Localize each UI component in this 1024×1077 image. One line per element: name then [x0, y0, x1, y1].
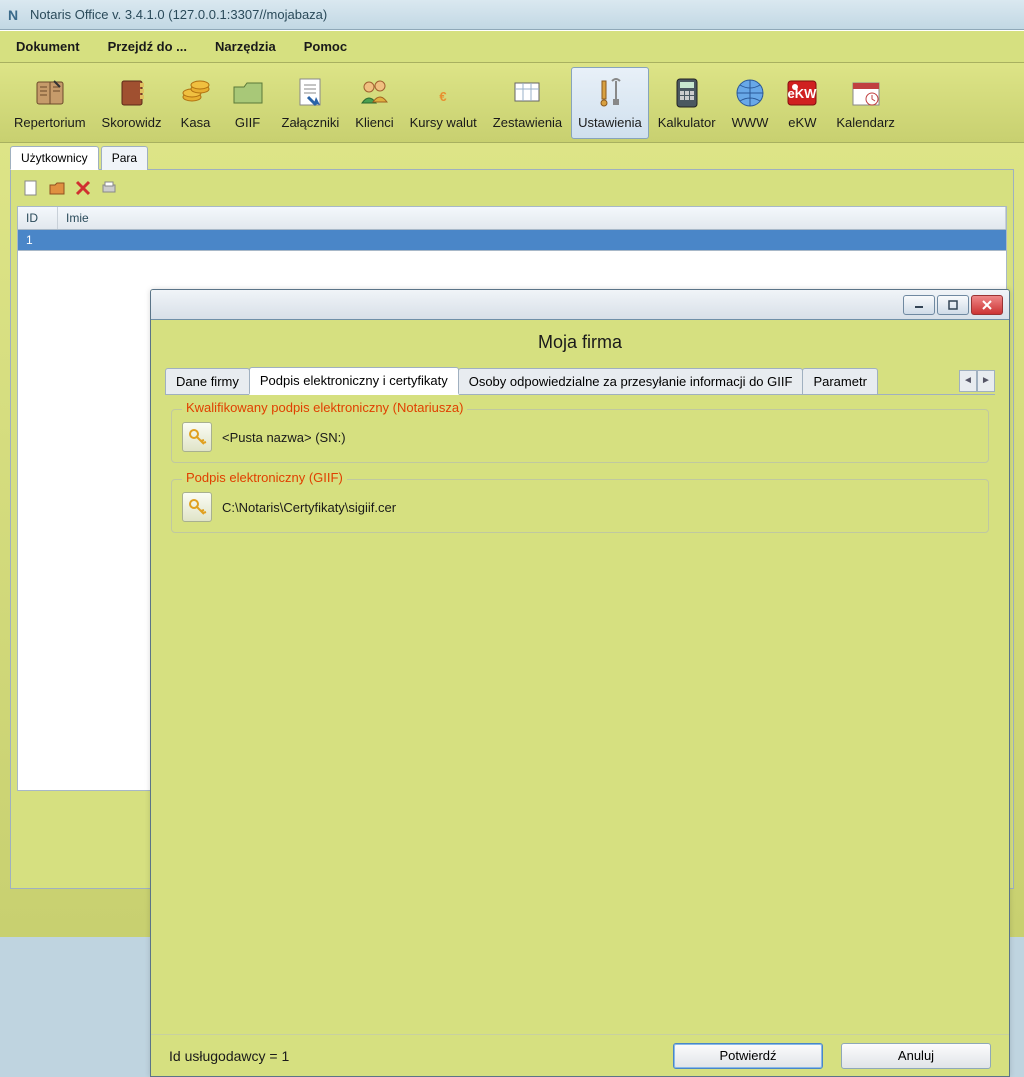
tab-parametry[interactable]: Para — [101, 146, 148, 170]
globe-icon — [732, 75, 768, 111]
footer-label: Id usługodawcy = 1 — [169, 1048, 289, 1064]
maximize-button[interactable] — [937, 295, 969, 315]
tab-podpis[interactable]: Podpis elektroniczny i certyfikaty — [249, 367, 459, 395]
calculator-icon — [669, 75, 705, 111]
tool-zalaczniki-label: Załączniki — [282, 115, 340, 130]
dialog-footer: Id usługodawcy = 1 Potwierdź Anuluj — [151, 1034, 1009, 1076]
tool-www-label: WWW — [732, 115, 769, 130]
tool-kalkulator-label: Kalkulator — [658, 115, 716, 130]
tool-kursy[interactable]: € Kursy walut — [403, 67, 484, 139]
app-title: Notaris Office v. 3.4.1.0 (127.0.0.1:330… — [30, 7, 327, 22]
tool-skorowidz[interactable]: Skorowidz — [95, 67, 169, 139]
tool-klienci[interactable]: Klienci — [348, 67, 400, 139]
tool-kursy-label: Kursy walut — [410, 115, 477, 130]
folder-icon — [230, 75, 266, 111]
tab-osoby[interactable]: Osoby odpowiedzialne za przesyłanie info… — [458, 368, 804, 394]
tool-kalendarz[interactable]: Kalendarz — [829, 67, 902, 139]
index-icon — [114, 75, 150, 111]
menu-bar: Dokument Przejdź do ... Narzędzia Pomoc — [0, 30, 1024, 63]
tab-uzytkownicy[interactable]: Użytkownicy — [10, 146, 99, 170]
tool-zalaczniki[interactable]: Załączniki — [275, 67, 347, 139]
tool-kalkulator[interactable]: Kalkulator — [651, 67, 723, 139]
dialog-title: Moja firma — [165, 332, 995, 353]
cell-imie — [58, 230, 1006, 250]
coins-icon — [178, 75, 214, 111]
tool-zestawienia[interactable]: Zestawienia — [486, 67, 569, 139]
group-podpis-giif: Podpis elektroniczny (GIIF) C:\Notaris\C… — [171, 479, 989, 533]
tool-zestawienia-label: Zestawienia — [493, 115, 562, 130]
group1-legend: Kwalifikowany podpis elektroniczny (Nota… — [182, 400, 467, 415]
dialog-body: Moja firma Dane firmy Podpis elektronicz… — [151, 320, 1009, 1034]
dialog-tabs: Dane firmy Podpis elektroniczny i certyf… — [165, 367, 995, 395]
toolbar: Repertorium Skorowidz Kasa GIIF Załączni… — [0, 63, 1024, 143]
open-folder-icon[interactable] — [47, 178, 67, 198]
tool-ekw-label: eKW — [788, 115, 816, 130]
cell-id: 1 — [18, 230, 58, 250]
tool-ustawienia[interactable]: Ustawienia — [571, 67, 649, 139]
ekw-icon: eKW — [784, 75, 820, 111]
calendar-icon — [848, 75, 884, 111]
users-panel-tabs: Użytkownicy Para — [10, 146, 1014, 170]
document-icon — [292, 75, 328, 111]
cancel-button[interactable]: Anuluj — [841, 1043, 991, 1069]
svg-text:eKW: eKW — [788, 86, 818, 101]
report-icon — [509, 75, 545, 111]
menu-przejdz[interactable]: Przejdź do ... — [108, 39, 187, 54]
dialog-moja-firma: Moja firma Dane firmy Podpis elektronicz… — [150, 289, 1010, 1077]
users-grid-header: ID Imie — [17, 206, 1007, 230]
group2-value: C:\Notaris\Certyfikaty\sigiif.cer — [222, 500, 396, 515]
people-icon — [356, 75, 392, 111]
delete-icon[interactable] — [73, 178, 93, 198]
group2-legend: Podpis elektroniczny (GIIF) — [182, 470, 347, 485]
key-icon — [187, 497, 207, 517]
col-imie[interactable]: Imie — [58, 207, 1006, 229]
tools-icon — [592, 75, 628, 111]
book-icon — [32, 75, 68, 111]
tool-giif-label: GIIF — [235, 115, 260, 130]
menu-pomoc[interactable]: Pomoc — [304, 39, 347, 54]
close-button[interactable] — [971, 295, 1003, 315]
tool-repertorium-label: Repertorium — [14, 115, 86, 130]
tab-scroll-left[interactable]: ◄ — [959, 370, 977, 392]
tool-repertorium[interactable]: Repertorium — [7, 67, 93, 139]
users-mini-toolbar — [17, 176, 1007, 200]
group-podpis-notariusza: Kwalifikowany podpis elektroniczny (Nota… — [171, 409, 989, 463]
dialog-content: Kwalifikowany podpis elektroniczny (Nota… — [165, 395, 995, 555]
svg-text:€: € — [440, 89, 447, 104]
users-grid-row-1[interactable]: 1 — [17, 230, 1007, 251]
tab-scroll-arrows: ◄ ► — [959, 370, 995, 392]
tool-ustawienia-label: Ustawienia — [578, 115, 642, 130]
tool-klienci-label: Klienci — [355, 115, 393, 130]
tool-ekw[interactable]: eKW eKW — [777, 67, 827, 139]
confirm-button[interactable]: Potwierdź — [673, 1043, 823, 1069]
group1-value: <Pusta nazwa> (SN:) — [222, 430, 346, 445]
select-cert-button-2[interactable] — [182, 492, 212, 522]
tool-kasa-label: Kasa — [181, 115, 211, 130]
tool-kasa[interactable]: Kasa — [171, 67, 221, 139]
tool-giif[interactable]: GIIF — [223, 67, 273, 139]
tab-dane-firmy[interactable]: Dane firmy — [165, 368, 250, 394]
select-cert-button-1[interactable] — [182, 422, 212, 452]
key-icon — [187, 427, 207, 447]
app-titlebar: N Notaris Office v. 3.4.1.0 (127.0.0.1:3… — [0, 0, 1024, 30]
tool-skorowidz-label: Skorowidz — [102, 115, 162, 130]
main-area: Użytkownicy Para ID Imie 1 — [0, 143, 1024, 937]
tool-kalendarz-label: Kalendarz — [836, 115, 895, 130]
minimize-button[interactable] — [903, 295, 935, 315]
app-icon: N — [8, 7, 24, 23]
menu-narzedzia[interactable]: Narzędzia — [215, 39, 276, 54]
dialog-titlebar[interactable] — [151, 290, 1009, 320]
new-doc-icon[interactable] — [21, 178, 41, 198]
euro-icon: € — [425, 75, 461, 111]
tab-scroll-right[interactable]: ► — [977, 370, 995, 392]
print-icon[interactable] — [99, 178, 119, 198]
tab-parametry[interactable]: Parametr — [802, 368, 877, 394]
tool-www[interactable]: WWW — [725, 67, 776, 139]
col-id[interactable]: ID — [18, 207, 58, 229]
menu-dokument[interactable]: Dokument — [16, 39, 80, 54]
